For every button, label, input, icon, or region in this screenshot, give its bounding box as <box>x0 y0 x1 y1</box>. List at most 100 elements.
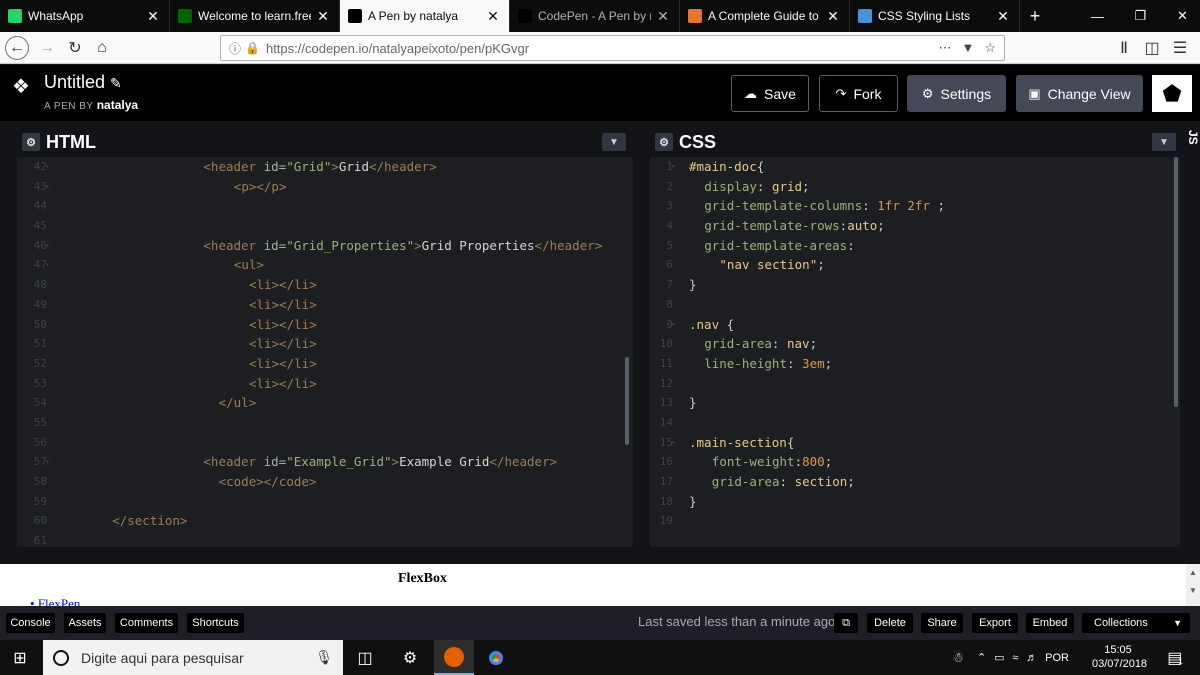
taskbar-search-box[interactable]: Digite aqui para pesquisar 🎙 <box>43 640 343 675</box>
scroll-up-icon[interactable]: ▲ <box>1189 568 1197 577</box>
line-number: 5 <box>666 238 673 252</box>
css-settings-gear-icon[interactable]: ⚙ <box>655 133 673 151</box>
wifi-icon[interactable]: ≈ <box>1012 652 1018 664</box>
tab-close-icon[interactable]: ✕ <box>145 8 161 25</box>
tab-title: CodePen - A Pen by nata <box>538 9 651 23</box>
fold-arrow-icon[interactable]: ▾ <box>45 177 55 197</box>
reload-icon[interactable]: ↻ <box>63 36 87 60</box>
browser-tab[interactable]: WhatsApp ✕ <box>0 0 170 32</box>
browser-tab[interactable]: A Complete Guide to Gri ✕ <box>680 0 850 32</box>
fork-button[interactable]: ↷ Fork <box>819 75 898 112</box>
css-scrollbar[interactable] <box>1174 157 1178 407</box>
line-number: 43 <box>33 179 47 193</box>
code-token: <li></li> <box>249 355 317 371</box>
fold-arrow-icon[interactable]: ▾ <box>45 236 55 256</box>
html-scrollbar[interactable] <box>625 357 629 445</box>
chevron-up-icon[interactable]: ⌃ <box>977 651 986 664</box>
codepen-logo-icon[interactable]: ❖ <box>12 74 30 99</box>
bookmark-star-icon[interactable]: ☆ <box>984 40 996 56</box>
task-view-icon[interactable]: ◫ <box>345 640 385 675</box>
tab-close-icon[interactable]: ✕ <box>655 8 671 25</box>
close-window-button[interactable]: ✕ <box>1160 0 1200 32</box>
taskbar-clock[interactable]: 15:05 03/07/2018 <box>1092 643 1147 671</box>
embed-button[interactable]: Embed <box>1026 613 1074 633</box>
html-chevron-down-icon[interactable]: ▼ <box>602 133 626 151</box>
browser-tab[interactable]: CodePen - A Pen by nata ✕ <box>510 0 680 32</box>
share-button[interactable]: Share <box>921 613 963 633</box>
code-line: 45 <box>17 216 633 236</box>
avatar[interactable]: ⬟ <box>1152 75 1192 112</box>
code-token: <li></li> <box>249 316 317 332</box>
fold-arrow-icon[interactable]: ▾ <box>45 157 55 177</box>
scroll-down-icon[interactable]: ▼ <box>1189 586 1197 595</box>
browser-tab-bar: WhatsApp✕Welcome to learn.freeCo✕A Pen b… <box>0 0 1200 32</box>
comments-button[interactable]: Comments <box>115 613 178 633</box>
shortcuts-button[interactable]: Shortcuts <box>187 613 244 633</box>
minimize-button[interactable]: — <box>1075 0 1120 32</box>
action-center-icon[interactable]: ▤ 1 <box>1155 640 1195 675</box>
css-code-editor[interactable]: 1 ▾ #main-doc{2 display: grid; 3 grid-templat… <box>650 157 1180 547</box>
export-label: Export <box>979 617 1011 629</box>
js-editor-collapsed-tab[interactable]: JS <box>1182 130 1200 160</box>
delete-label: Delete <box>874 617 906 629</box>
browser-tab[interactable]: Welcome to learn.freeCo ✕ <box>170 0 340 32</box>
assets-button[interactable]: Assets <box>64 613 106 633</box>
tab-close-icon[interactable]: ✕ <box>995 8 1011 25</box>
page-actions-icon[interactable]: ⋯ <box>938 40 951 56</box>
language-indicator[interactable]: POR <box>1045 652 1069 664</box>
people-icon[interactable]: ☃ <box>938 640 978 675</box>
change-view-button[interactable]: ▣ Change View <box>1016 75 1143 112</box>
volume-icon[interactable]: ♬ <box>1026 652 1037 664</box>
export-button[interactable]: Export <box>972 613 1018 633</box>
browser-tab[interactable]: A Pen by natalya ✕ <box>340 0 510 32</box>
browser-tab[interactable]: CSS Styling Lists ✕ <box>850 0 1020 32</box>
back-icon[interactable]: ← <box>5 36 29 60</box>
tab-close-icon[interactable]: ✕ <box>485 8 501 25</box>
delete-button[interactable]: Delete <box>867 613 913 633</box>
home-icon[interactable]: ⌂ <box>90 36 114 60</box>
battery-icon[interactable]: ▭ <box>994 651 1004 664</box>
tab-close-icon[interactable]: ✕ <box>825 8 841 25</box>
tab-close-icon[interactable]: ✕ <box>315 8 331 25</box>
pen-author-name[interactable]: natalya <box>97 98 138 112</box>
fold-arrow-icon[interactable]: ▾ <box>671 315 681 335</box>
line-number: 3 <box>666 199 673 213</box>
chrome-icon[interactable] <box>476 640 516 675</box>
url-bar[interactable]: ⓘ 🔒 https://codepen.io/natalyapeixoto/pe… <box>220 35 1005 61</box>
css-chevron-down-icon[interactable]: ▼ <box>1152 133 1176 151</box>
new-tab-icon[interactable]: + <box>1020 0 1050 32</box>
settings-button[interactable]: ⚙ Settings <box>907 75 1006 112</box>
menu-icon[interactable]: ☰ <box>1168 36 1192 60</box>
html-settings-gear-icon[interactable]: ⚙ <box>22 133 40 151</box>
console-button[interactable]: Console <box>6 613 55 633</box>
microphone-icon[interactable]: 🎙 <box>315 649 333 666</box>
preview-scrollbar[interactable]: ▲ ▼ <box>1186 564 1200 606</box>
preview-link-text[interactable]: FlexPen <box>38 596 81 606</box>
pocket-icon[interactable]: ▼ <box>961 40 974 56</box>
fold-arrow-icon[interactable]: ▾ <box>45 452 55 472</box>
fold-arrow-icon[interactable]: ▾ <box>671 433 681 453</box>
preview-link[interactable]: • FlexPen <box>30 596 80 606</box>
pen-title[interactable]: Untitled ✎ <box>44 72 122 93</box>
code-token: ; <box>824 355 833 371</box>
line-number: 57 <box>33 455 47 469</box>
fold-arrow-icon[interactable]: ▾ <box>671 157 681 177</box>
library-icon[interactable]: Ⅱ <box>1112 36 1136 60</box>
settings-app-icon[interactable]: ⚙ <box>390 640 430 675</box>
js-editor-title: JS <box>1186 130 1200 145</box>
restore-button[interactable]: ❐ <box>1118 0 1163 32</box>
code-token: ; <box>809 336 818 352</box>
windows-start-icon[interactable]: ⊞ <box>0 640 40 675</box>
fold-arrow-icon[interactable]: ▾ <box>45 255 55 275</box>
external-link-icon[interactable]: ⧉ <box>834 613 858 633</box>
html-code-editor[interactable]: 42 ▾ <header id="Grid">Grid</header> 43 ▾ <p>… <box>17 157 633 547</box>
save-button[interactable]: ☁ Save <box>731 75 809 112</box>
system-tray[interactable]: ⌃ ▭ ≈ ♬ POR <box>973 640 1073 675</box>
collections-dropdown[interactable]: Collections ▼ <box>1082 613 1190 633</box>
sidebar-icon[interactable]: ◫ <box>1140 36 1164 60</box>
code-line: 46 ▾ <header id="Grid_Properties">Grid Pro… <box>17 236 633 256</box>
firefox-icon[interactable] <box>434 640 474 675</box>
pencil-icon[interactable]: ✎ <box>110 75 122 91</box>
forward-icon[interactable]: → <box>35 36 59 60</box>
last-saved-status: Last saved less than a minute ago <box>638 614 836 629</box>
